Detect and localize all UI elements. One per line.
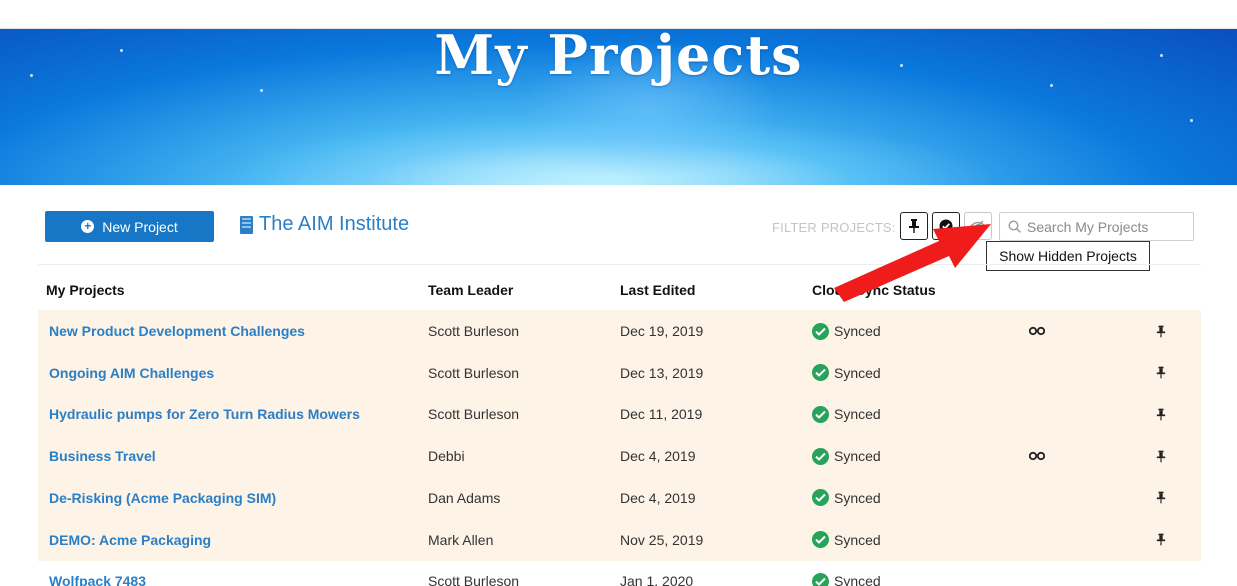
table-row[interactable]: Business Travel Debbi Dec 4, 2019 Synced — [38, 435, 1201, 478]
sync-status: Synced — [812, 352, 881, 394]
pin-button[interactable] — [1156, 352, 1166, 394]
table-row[interactable]: De-Risking (Acme Packaging SIM) Dan Adams… — [38, 476, 1201, 519]
pin-icon — [1156, 366, 1166, 379]
eye-slash-icon — [970, 220, 986, 232]
project-name-link[interactable]: New Product Development Challenges — [49, 310, 305, 352]
organization-name: The AIM Institute — [259, 213, 410, 235]
pin-icon — [1156, 533, 1166, 546]
top-bar — [0, 0, 1237, 29]
project-name-link[interactable]: Ongoing AIM Challenges — [49, 352, 214, 394]
watch-button[interactable] — [1029, 435, 1045, 477]
check-circle-icon — [812, 489, 829, 507]
last-edited: Dec 19, 2019 — [620, 323, 704, 339]
filter-completed-button[interactable] — [932, 212, 960, 240]
organization-link[interactable]: The AIM Institute — [240, 213, 409, 236]
sync-status-text: Synced — [834, 406, 881, 423]
last-edited: Dec 13, 2019 — [620, 364, 704, 381]
last-edited: Dec 4, 2019 — [620, 489, 696, 506]
new-project-button[interactable]: + New Project — [45, 211, 214, 242]
column-header-edited: Last Edited — [620, 282, 696, 298]
search-input[interactable] — [1027, 218, 1187, 235]
team-leader: Scott Burleson — [428, 364, 520, 381]
filter-pinned-button[interactable] — [900, 212, 928, 240]
check-circle-icon — [812, 447, 829, 465]
sync-status: Synced — [812, 560, 881, 586]
pin-button[interactable] — [1156, 477, 1166, 519]
sync-status-text: Synced — [834, 489, 881, 506]
sync-status: Synced — [812, 310, 881, 352]
team-leader: Scott Burleson — [428, 573, 520, 586]
table-row[interactable]: New Product Development Challenges Scott … — [38, 310, 1201, 352]
watch-button[interactable] — [1029, 310, 1045, 352]
pin-icon — [1156, 450, 1166, 462]
search-field[interactable] — [999, 212, 1194, 241]
last-edited: Jan 1, 2020 — [620, 573, 694, 586]
table-row[interactable]: Hydraulic pumps for Zero Turn Radius Mow… — [38, 393, 1201, 436]
project-name-link[interactable]: DEMO: Acme Packaging — [49, 519, 211, 561]
table-row[interactable]: Ongoing AIM Challenges Scott Burleson Dec … — [38, 351, 1201, 394]
pin-button[interactable] — [1156, 435, 1166, 477]
binoculars-icon — [1029, 326, 1045, 336]
hero-banner: My Projects — [0, 29, 1237, 185]
sync-status-text: Synced — [834, 364, 881, 381]
column-header-leader: Team Leader — [428, 282, 514, 298]
pin-icon — [1156, 491, 1166, 504]
binoculars-icon — [1029, 451, 1045, 461]
search-icon — [1008, 220, 1021, 233]
check-circle-icon — [812, 531, 829, 548]
last-edited: Nov 25, 2019 — [620, 531, 704, 548]
page-title: My Projects — [434, 29, 803, 87]
pin-button[interactable] — [1156, 519, 1166, 561]
filter-hidden-button[interactable] — [964, 212, 992, 240]
team-leader: Dan Adams — [428, 489, 501, 506]
tooltip-show-hidden: Show Hidden Projects — [986, 241, 1150, 271]
building-icon — [240, 215, 253, 234]
last-edited: Dec 11, 2019 — [620, 406, 703, 423]
check-circle-icon — [939, 219, 953, 233]
check-circle-icon — [812, 364, 829, 382]
project-name-link[interactable]: Wolfpack 7483 — [49, 560, 146, 586]
pin-icon — [909, 219, 919, 233]
filter-label: FILTER PROJECTS: — [772, 220, 896, 235]
project-name-link[interactable]: De-Risking (Acme Packaging SIM) — [49, 477, 276, 519]
sync-status: Synced — [812, 393, 881, 435]
check-circle-icon — [812, 322, 829, 340]
check-circle-icon — [812, 405, 829, 423]
sync-status-text: Synced — [834, 573, 881, 586]
new-project-label: New Project — [102, 218, 178, 235]
team-leader: Scott Burleson — [428, 406, 520, 423]
check-circle-icon — [812, 572, 829, 586]
project-name-link[interactable]: Hydraulic pumps for Zero Turn Radius Mow… — [49, 393, 360, 435]
project-name-link[interactable]: Business Travel — [49, 435, 156, 477]
team-leader: Debbi — [428, 448, 465, 465]
table-row[interactable]: Wolfpack 7483 Scott Burleson Jan 1, 2020 Sy… — [38, 560, 1201, 586]
pin-button[interactable] — [1156, 393, 1166, 435]
table-row[interactable]: DEMO: Acme Packaging Mark Allen Nov 25, 20… — [38, 518, 1201, 561]
sync-status-text: Synced — [834, 531, 881, 548]
hero-sparkle — [1190, 119, 1193, 122]
sync-status-text: Synced — [834, 323, 881, 339]
column-header-project: My Projects — [46, 282, 125, 298]
column-header-sync: Cloud Sync Status — [812, 282, 936, 298]
last-edited: Dec 4, 2019 — [620, 448, 696, 465]
sync-status: Synced — [812, 435, 881, 477]
team-leader: Scott Burleson — [428, 323, 520, 339]
sync-status: Synced — [812, 477, 881, 519]
plus-circle-icon: + — [81, 220, 95, 233]
pin-icon — [1156, 408, 1166, 421]
sync-status: Synced — [812, 519, 881, 561]
hero-sparkle — [260, 89, 263, 92]
team-leader: Mark Allen — [428, 531, 494, 548]
pin-icon — [1156, 325, 1166, 337]
pin-button[interactable] — [1156, 310, 1166, 352]
sync-status-text: Synced — [834, 448, 881, 465]
header-divider — [38, 264, 1201, 265]
